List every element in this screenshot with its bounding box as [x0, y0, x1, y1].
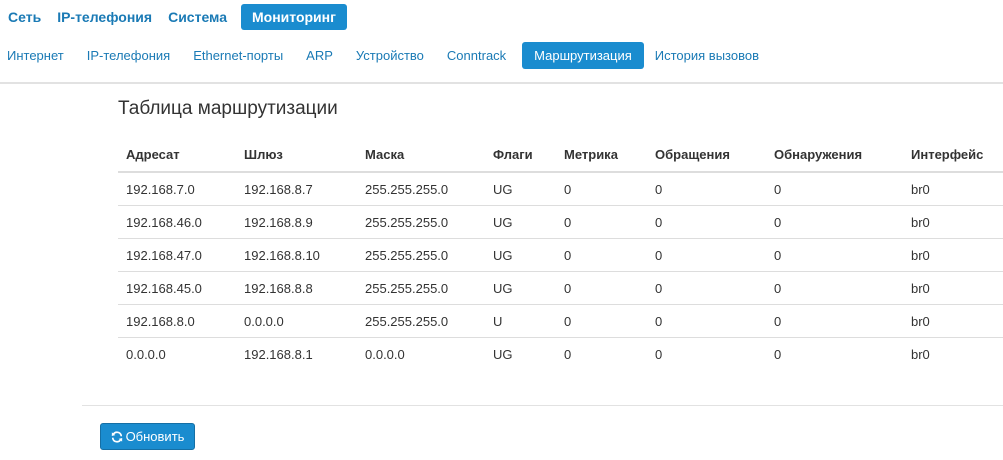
- cell-metric: 0: [556, 205, 647, 239]
- subtab-call-history[interactable]: История вызовов: [648, 42, 766, 69]
- subtab-conntrack[interactable]: Conntrack: [440, 42, 513, 69]
- refresh-button[interactable]: Обновить: [100, 423, 195, 450]
- cell-mask: 255.255.255.0: [357, 304, 485, 338]
- cell-flags: UG: [485, 238, 556, 272]
- cell-interface: br0: [903, 337, 1003, 370]
- cell-gateway: 192.168.8.10: [236, 238, 357, 272]
- cell-gateway: 192.168.8.7: [244, 181, 313, 197]
- cell-gateway: 192.168.8.8: [236, 271, 357, 305]
- table-header-row: Адресат Шлюз Маска Флаги Метрика Обращен…: [118, 138, 1003, 173]
- column-header-flags: Флаги: [485, 138, 556, 173]
- subtab-arp[interactable]: ARP: [299, 42, 340, 69]
- cell-use: 0: [766, 271, 903, 305]
- cell-gateway: 192.168.8.1: [236, 337, 357, 370]
- cell-metric: 0: [556, 337, 647, 370]
- cell-use: 0: [766, 205, 903, 239]
- cell-interface: br0: [903, 304, 1003, 338]
- cell-use: 0: [774, 181, 782, 197]
- cell-references: 0: [647, 238, 766, 272]
- tab-network[interactable]: Сеть: [0, 4, 49, 30]
- cell-mask: 255.255.255.0: [365, 181, 449, 197]
- refresh-icon: [111, 430, 123, 443]
- cell-mask: 0.0.0.0: [357, 337, 485, 370]
- subtab-routing[interactable]: Маршрутизация: [522, 42, 644, 69]
- column-header-destination: Адресат: [118, 138, 236, 173]
- cell-interface: br0: [911, 181, 930, 197]
- subtab-ethernet-ports[interactable]: Ethernet-порты: [186, 42, 290, 69]
- tab-ip-telephony[interactable]: IP-телефония: [49, 4, 160, 30]
- cell-destination: 192.168.8.0: [118, 304, 236, 338]
- subtab-ip-telephony[interactable]: IP-телефония: [80, 42, 177, 69]
- column-header-interface: Интерфейс: [903, 138, 1003, 173]
- cell-destination: 192.168.7.0: [126, 181, 195, 197]
- cell-references: 0: [647, 337, 766, 370]
- cell-metric: 0: [556, 271, 647, 305]
- cell-destination: 192.168.45.0: [118, 271, 236, 305]
- tab-system[interactable]: Система: [160, 4, 235, 30]
- cell-gateway: 192.168.8.9: [236, 205, 357, 239]
- cell-mask: 255.255.255.0: [357, 238, 485, 272]
- cell-flags: UG: [493, 181, 513, 197]
- cell-metric: 0: [564, 181, 572, 197]
- tab-monitoring[interactable]: Мониторинг: [241, 4, 347, 30]
- cell-flags: UG: [485, 205, 556, 239]
- table-row: 192.168.45.0 192.168.8.8 255.255.255.0 U…: [118, 271, 1003, 305]
- cell-destination: 192.168.47.0: [118, 238, 236, 272]
- cell-flags: U: [485, 304, 556, 338]
- column-header-mask: Маска: [357, 138, 485, 173]
- table-row: 192.168.7.0 192.168.8.7 255.255.255.0 UG…: [118, 172, 1003, 206]
- cell-interface: br0: [903, 238, 1003, 272]
- cell-references: 0: [647, 271, 766, 305]
- cell-references: 0: [647, 205, 766, 239]
- main-navigation: Сеть IP-телефония Система Мониторинг: [0, 4, 347, 30]
- routing-table: Адресат Шлюз Маска Флаги Метрика Обращен…: [118, 138, 1003, 370]
- cell-mask: 255.255.255.0: [357, 271, 485, 305]
- footer-divider: [82, 405, 1003, 406]
- cell-references: 0: [647, 304, 766, 338]
- cell-flags: UG: [485, 271, 556, 305]
- cell-flags: UG: [485, 337, 556, 370]
- column-header-gateway: Шлюз: [236, 138, 357, 173]
- cell-destination: 0.0.0.0: [118, 337, 236, 370]
- cell-use: 0: [766, 304, 903, 338]
- cell-gateway: 0.0.0.0: [236, 304, 357, 338]
- sub-navigation: Интернет IP-телефония Ethernet-порты ARP…: [0, 42, 775, 69]
- cell-metric: 0: [556, 238, 647, 272]
- refresh-button-label: Обновить: [125, 429, 185, 444]
- cell-use: 0: [766, 337, 903, 370]
- cell-destination: 192.168.46.0: [118, 205, 236, 239]
- cell-interface: br0: [903, 205, 1003, 239]
- table-row: 192.168.47.0 192.168.8.10 255.255.255.0 …: [118, 238, 1003, 272]
- cell-mask: 255.255.255.0: [357, 205, 485, 239]
- column-header-metric: Метрика: [556, 138, 647, 173]
- table-row: 0.0.0.0 192.168.8.1 0.0.0.0 UG 0 0 0 br0: [118, 337, 1003, 370]
- cell-interface: br0: [903, 271, 1003, 305]
- table-row: 192.168.8.0 0.0.0.0 255.255.255.0 U 0 0 …: [118, 304, 1003, 338]
- cell-metric: 0: [556, 304, 647, 338]
- column-header-use: Обнаружения: [766, 138, 903, 173]
- header-divider: [0, 82, 1003, 84]
- subtab-internet[interactable]: Интернет: [0, 42, 71, 69]
- column-header-references: Обращения: [647, 138, 766, 173]
- page-title: Таблица маршрутизации: [118, 98, 338, 119]
- subtab-device[interactable]: Устройство: [349, 42, 431, 69]
- table-row: 192.168.46.0 192.168.8.9 255.255.255.0 U…: [118, 205, 1003, 239]
- cell-references: 0: [655, 181, 663, 197]
- cell-use: 0: [766, 238, 903, 272]
